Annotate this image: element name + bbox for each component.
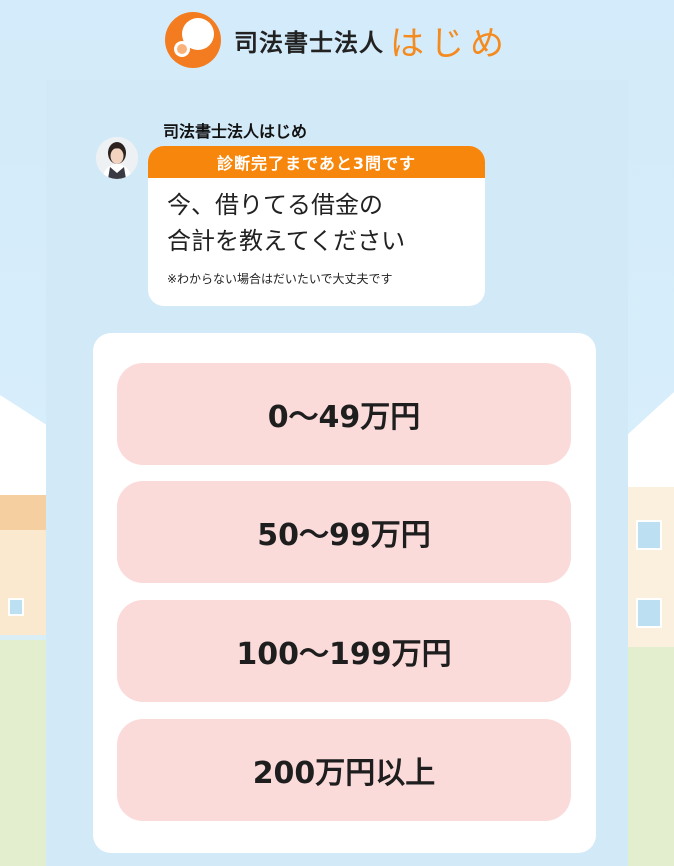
avatar <box>96 137 138 179</box>
house-right-window <box>636 598 662 628</box>
option-button-0-49[interactable]: 0〜49万円 <box>117 363 571 465</box>
brand-logo: 司法書士法人 はじめ <box>164 11 510 69</box>
progress-banner: 診断完了まであと3問です <box>148 146 485 178</box>
house-left-window <box>8 598 24 616</box>
question-text: 今、借りてる借金の 合計を教えてください <box>167 191 406 255</box>
option-button-50-99[interactable]: 50〜99万円 <box>117 481 571 583</box>
logo-mark-icon <box>164 11 222 69</box>
question-note: ※わからない場合はだいたいで大丈夫です <box>167 272 393 286</box>
chat-bubble: 診断完了まであと3問です 今、借りてる借金の 合計を教えてください ※わからない… <box>148 146 485 306</box>
sender-name: 司法書士法人はじめ <box>163 122 308 141</box>
answer-options-card: 0〜49万円 50〜99万円 100〜199万円 200万円以上 <box>93 333 596 853</box>
house-right-window <box>636 520 662 550</box>
brand-name-hiragana: はじめ <box>390 23 510 64</box>
brand-name: 司法書士法人 <box>234 28 384 57</box>
option-button-100-199[interactable]: 100〜199万円 <box>117 600 571 702</box>
option-button-200-plus[interactable]: 200万円以上 <box>117 719 571 821</box>
